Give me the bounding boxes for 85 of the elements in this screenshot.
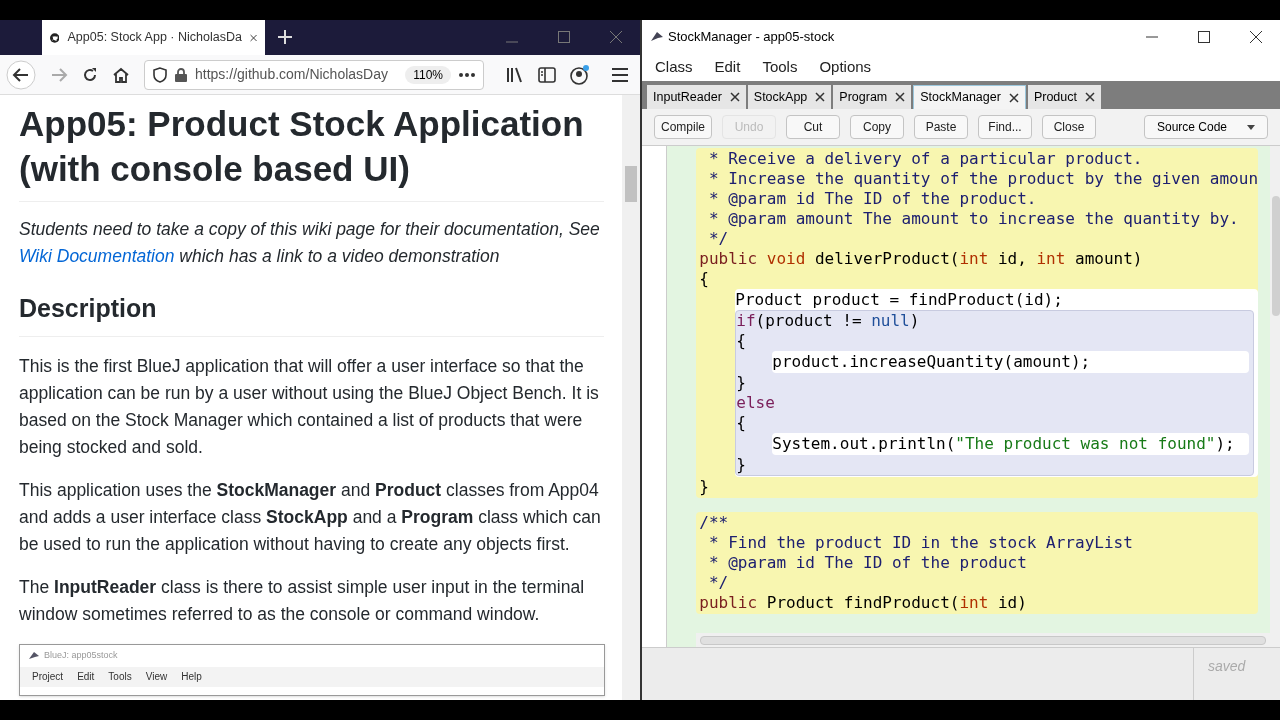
code-line: */: [707, 573, 730, 593]
code-line: }: [736, 373, 747, 393]
close-icon[interactable]: [895, 92, 906, 102]
code-line: product.increaseQuantity(amount);: [772, 352, 1092, 372]
paragraph: This is the first BlueJ application that will offer a user interface so that the application can be run by a user without using the BlueJ Object Bench. It is based on the Stock Manager which contained a list of products that were being stocked and sold.: [19, 354, 600, 459]
account-icon[interactable]: [570, 64, 590, 85]
menu-item[interactable]: Options: [819, 55, 872, 79]
editor-tab[interactable]: StockApp: [747, 85, 832, 109]
section-heading: Description: [19, 290, 604, 337]
scrollbar-thumb[interactable]: [1272, 196, 1280, 316]
lock-icon: [175, 67, 187, 82]
menu-icon[interactable]: [612, 67, 628, 82]
menu-item[interactable]: Class: [655, 55, 693, 79]
scrollbar-thumb[interactable]: [700, 635, 1266, 645]
address-bar[interactable]: https://github.com/NicholasDay 110%: [144, 59, 484, 90]
toolbar-button[interactable]: Copy: [850, 115, 904, 139]
code-line: */: [707, 229, 730, 249]
editor-tab[interactable]: Program: [833, 85, 912, 109]
reload-icon[interactable]: [82, 66, 98, 83]
editor-tab[interactable]: InputReader: [647, 85, 746, 109]
bird-icon: [28, 650, 40, 661]
caret-icon: [1247, 124, 1255, 130]
code-line: {: [699, 269, 710, 289]
menu-item[interactable]: Project: [32, 669, 64, 684]
editor-tab[interactable]: Product: [1027, 85, 1101, 109]
toolbar-button[interactable]: Close: [1042, 115, 1096, 139]
intro-paragraph: Students need to take a copy of this wiki page for their documentation, See Wiki Documentation which has a link to a video demonstration: [19, 218, 601, 268]
window-title: StockManager - app05-stock: [668, 27, 835, 46]
paragraph: The InputReader class is there to assist simple user input in the terminal window sometimes referred to as the console or command window.: [19, 575, 586, 626]
home-icon[interactable]: [112, 66, 130, 83]
paragraph: This application uses the StockManager and Product classes from App04 and adds a user interface class StockApp and a Program class which can be used to run the application without having to create any objects first.: [19, 478, 602, 556]
sidebar-icon[interactable]: [538, 66, 556, 83]
code-line: {: [736, 331, 747, 351]
menu-item[interactable]: View: [145, 669, 168, 684]
back-icon[interactable]: [6, 59, 36, 90]
scrollbar[interactable]: [622, 95, 640, 700]
code-line: * Increase the quantity of the product by the given amoun: [707, 169, 1258, 189]
close-icon[interactable]: [815, 92, 826, 102]
code-line: if(product != null): [736, 311, 921, 331]
library-icon[interactable]: [506, 66, 524, 83]
menu-item[interactable]: Edit: [77, 669, 95, 684]
editor-tab[interactable]: StockManager: [913, 85, 1026, 109]
bird-icon: [650, 30, 664, 43]
code-line: Product product = findProduct(id);: [735, 290, 1064, 310]
view-dropdown[interactable]: Source Code: [1144, 115, 1268, 139]
toolbar-button[interactable]: Find...: [978, 115, 1032, 139]
code-line: * Find the product ID in the stock ArrayList: [707, 533, 1134, 553]
new-tab-icon[interactable]: [277, 29, 293, 45]
window-title: BlueJ: app05stock: [44, 648, 118, 662]
menu-item[interactable]: Edit: [714, 55, 741, 79]
code-line: }: [699, 477, 710, 497]
code-line: public void deliverProduct(int id, int amount): [699, 249, 1144, 269]
browser-tab[interactable]: App05: Stock App · NicholasDa: [42, 20, 265, 55]
scrollbar[interactable]: [1270, 146, 1280, 647]
save-status: saved: [1208, 658, 1246, 674]
code-line: * @param amount The amount to increase the quantity by.: [707, 209, 1240, 229]
page-heading: App05: Product Stock Application (with console based UI): [19, 101, 604, 202]
code-line: System.out.println("The product was not found");: [772, 434, 1236, 454]
zoom-level[interactable]: 110%: [405, 65, 451, 84]
menu-item[interactable]: Tools: [108, 669, 132, 684]
menu-item[interactable]: Help: [181, 669, 202, 684]
toolbar-button[interactable]: Compile: [654, 115, 712, 139]
more-icon[interactable]: [459, 72, 475, 77]
code-line: * Receive a delivery of a particular product.: [707, 149, 1144, 169]
code-line: /**: [699, 513, 730, 533]
toolbar-button[interactable]: Paste: [914, 115, 968, 139]
close-icon[interactable]: [729, 92, 740, 102]
code-line: }: [736, 455, 747, 475]
code-line: public Product findProduct(int id): [699, 593, 1028, 613]
url-text: https://github.com/NicholasDay: [195, 65, 389, 84]
close-icon[interactable]: [1084, 92, 1095, 102]
minimize-icon[interactable]: [1146, 35, 1158, 38]
close-icon[interactable]: [1250, 30, 1262, 43]
close-icon[interactable]: [1008, 92, 1019, 103]
toolbar-button[interactable]: Cut: [786, 115, 840, 139]
code-line: * @param id The ID of the product: [707, 553, 1028, 573]
scrollbar-thumb[interactable]: [625, 166, 637, 202]
code-line: {: [736, 413, 747, 433]
wiki-link[interactable]: Wiki Documentation: [19, 246, 175, 266]
code-line: else: [736, 393, 776, 413]
maximize-icon[interactable]: [1198, 30, 1210, 43]
horizontal-scrollbar[interactable]: [696, 633, 1270, 647]
shield-icon: [153, 66, 167, 83]
menu-item[interactable]: Tools: [762, 55, 798, 79]
code-line: * @param id The ID of the product.: [707, 189, 1038, 209]
